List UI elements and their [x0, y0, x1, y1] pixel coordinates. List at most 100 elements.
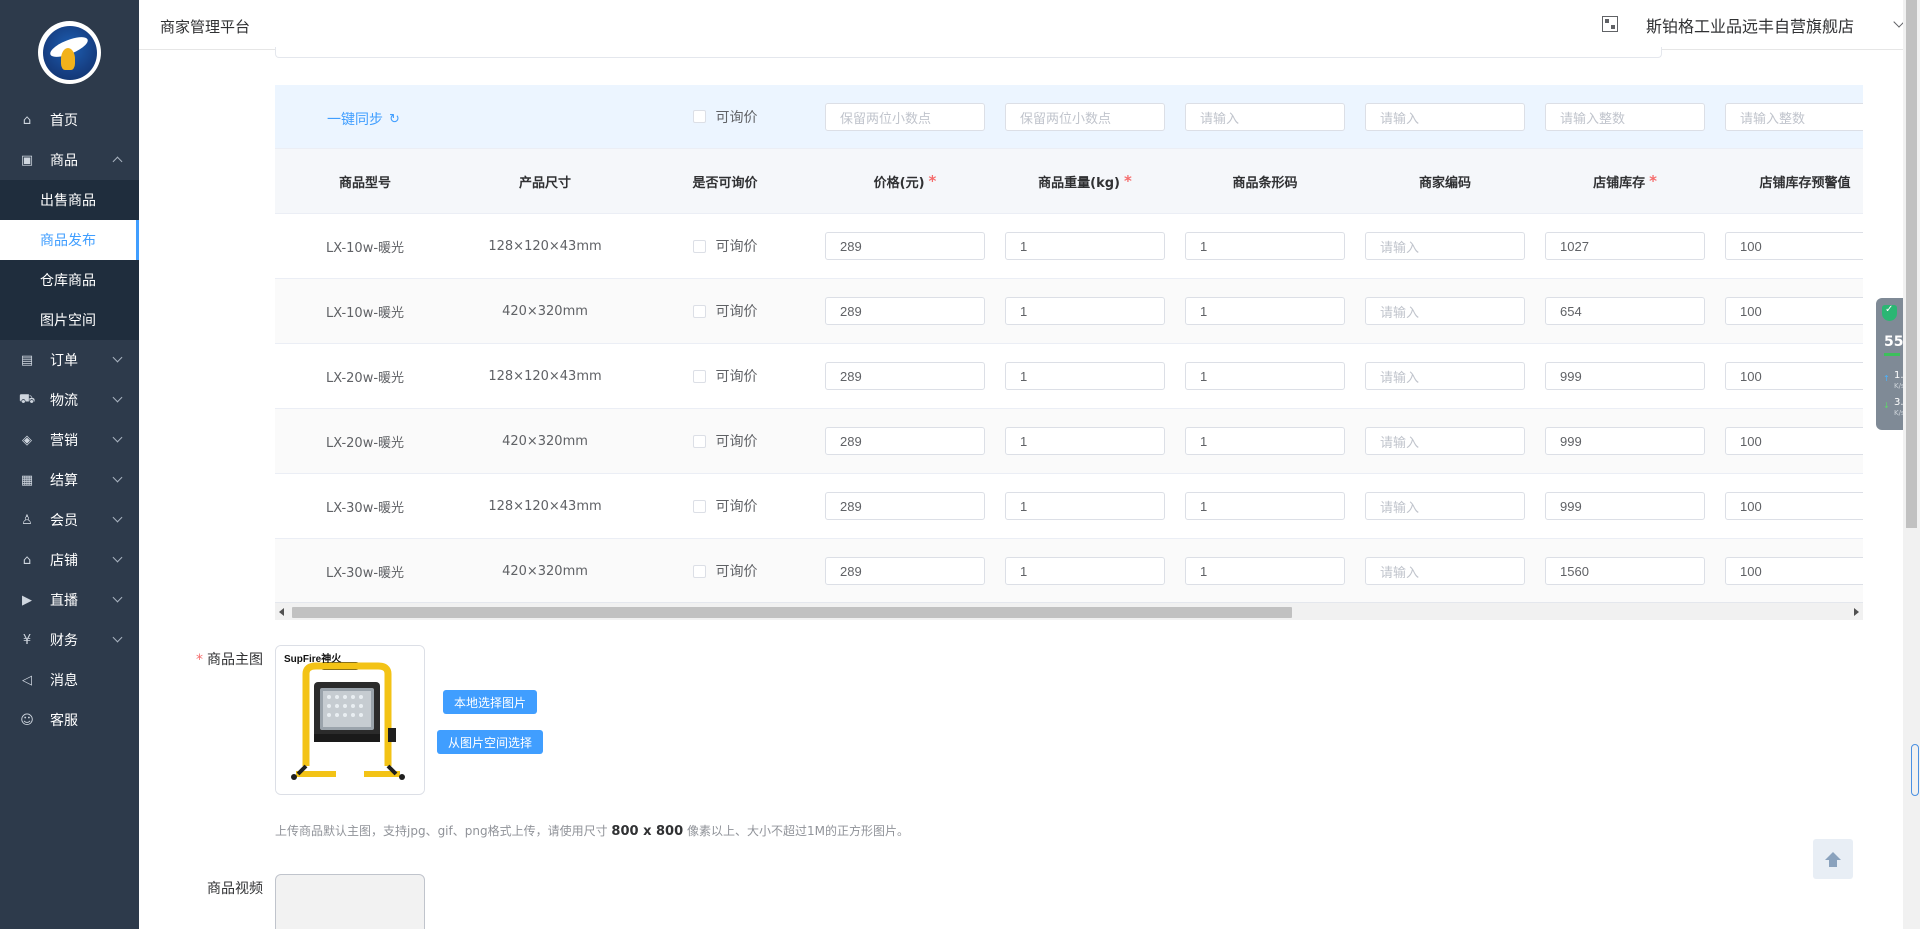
scrollbar-thumb[interactable] [292, 607, 1292, 618]
chevron-down-icon [112, 432, 123, 443]
checkbox[interactable] [692, 434, 706, 448]
sidebar-item-goods[interactable]: ▣ 商品 [0, 140, 139, 180]
sync-price-input[interactable]: 保留两位小数点 [825, 103, 985, 131]
scroll-right-icon[interactable] [1854, 608, 1859, 616]
sync-button[interactable]: 一键同步 ↻ [327, 109, 400, 129]
checkbox-label: 可询价 [715, 369, 758, 385]
sidebar-item-order[interactable]: ▤ 订单 [0, 340, 139, 380]
barcode-input[interactable]: 1 [1185, 297, 1345, 325]
stock-input[interactable]: 999 [1545, 427, 1705, 455]
sidebar-item-logistics[interactable]: ⛟ 物流 [0, 380, 139, 420]
horizontal-scrollbar[interactable] [275, 602, 1863, 620]
checkbox[interactable] [692, 564, 706, 578]
sidebar-item-label: 商品 [50, 153, 78, 169]
barcode-input[interactable]: 1 [1185, 557, 1345, 585]
price-input[interactable]: 289 [825, 427, 985, 455]
stock-warning-input[interactable]: 100 [1725, 492, 1863, 520]
sidebar-item-service[interactable]: ☺ 客服 [0, 700, 139, 740]
weight-input[interactable]: 1 [1005, 492, 1165, 520]
stock-input[interactable]: 654 [1545, 297, 1705, 325]
stock-input[interactable]: 1027 [1545, 232, 1705, 260]
sidebar-item-live[interactable]: ▶ 直播 [0, 580, 139, 620]
checkbox[interactable] [692, 110, 706, 123]
stock-warning-input[interactable]: 100 [1725, 232, 1863, 260]
floodlight-product-image [276, 646, 424, 794]
weight-input[interactable]: 1 [1005, 557, 1165, 585]
weight-input[interactable]: 1 [1005, 362, 1165, 390]
sidebar: ⌂ 首页 ▣ 商品 出售商品 商品发布 仓库商品 图片空间 ▤ 订单 ⛟ 物流 … [0, 0, 139, 929]
checkbox[interactable] [692, 304, 706, 318]
merchant-code-input[interactable]: 请输入 [1365, 557, 1525, 585]
merchant-code-input[interactable]: 请输入 [1365, 232, 1525, 260]
stock-warning-input[interactable]: 100 [1725, 427, 1863, 455]
batch-sync-row: 一键同步 ↻ 可询价 保留两位小数点 保留两位小数点 请输入 请输入 请输入整数… [275, 85, 1863, 149]
network-monitor-widget[interactable]: 55% ↑ 1.4 K/s ↓ 3.6 K/s [1876, 298, 1912, 430]
brand-watermark: SupFire神火 [284, 654, 342, 665]
hint-prefix: 上传商品默认主图，支持jpg、gif、png格式上传，请使用尺寸 [275, 824, 608, 838]
sync-weight-input[interactable]: 保留两位小数点 [1005, 103, 1165, 131]
chevron-down-icon [112, 592, 123, 603]
barcode-input[interactable]: 1 [1185, 492, 1345, 520]
sidebar-sub-warehouse[interactable]: 仓库商品 [0, 260, 139, 300]
checkbox[interactable] [692, 369, 706, 383]
cell-size: 128×120×43mm [488, 498, 602, 514]
main-image-preview[interactable]: SupFire神火 [275, 645, 425, 795]
sync-code-input[interactable]: 请输入 [1365, 103, 1525, 131]
sidebar-item-member[interactable]: ♙ 会员 [0, 500, 139, 540]
image-space-button[interactable]: 从图片空间选择 [437, 730, 543, 754]
weight-input[interactable]: 1 [1005, 427, 1165, 455]
merchant-code-input[interactable]: 请输入 [1365, 427, 1525, 455]
price-input[interactable]: 289 [825, 492, 985, 520]
stock-input[interactable]: 999 [1545, 362, 1705, 390]
price-input[interactable]: 289 [825, 557, 985, 585]
hint-suffix: 像素以上、大小不超过1M的正方形图片。 [686, 824, 909, 838]
sidebar-item-message[interactable]: ◁ 消息 [0, 660, 139, 700]
stock-input[interactable]: 999 [1545, 492, 1705, 520]
stock-warning-input[interactable]: 100 [1725, 297, 1863, 325]
back-to-top-button[interactable] [1813, 839, 1853, 879]
shop-name[interactable]: 斯铂格工业品远丰自营旗舰店 [1646, 13, 1854, 37]
scrollbar-thumb[interactable] [1906, 0, 1917, 528]
col-weight: 商品重量(kg) * [995, 149, 1175, 213]
video-upload-box[interactable] [275, 874, 425, 929]
sync-warning-input[interactable]: 请输入整数 [1725, 103, 1863, 131]
store-icon: ⌂ [22, 552, 32, 568]
sidebar-item-label: 店铺 [50, 553, 78, 569]
logistics-icon: ⛟ [18, 391, 36, 407]
scroll-left-icon[interactable] [279, 608, 284, 616]
merchant-code-input[interactable]: 请输入 [1365, 362, 1525, 390]
qrcode-icon[interactable] [1602, 16, 1618, 32]
brand-logo[interactable] [38, 21, 101, 84]
sidebar-sub-publish[interactable]: 商品发布 [0, 220, 139, 260]
merchant-code-input[interactable]: 请输入 [1365, 492, 1525, 520]
price-input[interactable]: 289 [825, 297, 985, 325]
sidebar-item-home[interactable]: ⌂ 首页 [0, 100, 139, 140]
stock-warning-input[interactable]: 100 [1725, 557, 1863, 585]
merchant-code-input[interactable]: 请输入 [1365, 297, 1525, 325]
local-upload-button[interactable]: 本地选择图片 [443, 690, 537, 714]
sidebar-sub-image-space[interactable]: 图片空间 [0, 300, 139, 340]
weight-input[interactable]: 1 [1005, 297, 1165, 325]
vertical-scrollbar[interactable] [1903, 0, 1920, 929]
sidebar-item-store[interactable]: ⌂ 店铺 [0, 540, 139, 580]
checkbox[interactable] [692, 499, 706, 513]
barcode-input[interactable]: 1 [1185, 232, 1345, 260]
barcode-input[interactable]: 1 [1185, 362, 1345, 390]
stock-warning-input[interactable]: 100 [1725, 362, 1863, 390]
sidebar-sub-selling[interactable]: 出售商品 [0, 180, 139, 220]
col-price: 价格(元) * [815, 149, 995, 213]
price-input[interactable]: 289 [825, 362, 985, 390]
checkbox[interactable] [692, 239, 706, 253]
sidebar-item-finance[interactable]: ¥ 财务 [0, 620, 139, 660]
barcode-input[interactable]: 1 [1185, 427, 1345, 455]
sidebar-item-marketing[interactable]: ◈ 营销 [0, 420, 139, 460]
weight-input[interactable]: 1 [1005, 232, 1165, 260]
sidebar-item-settlement[interactable]: ▦ 结算 [0, 460, 139, 500]
marketing-icon: ◈ [22, 432, 32, 448]
sync-inquiry-cell: 可询价 [635, 85, 815, 148]
sync-barcode-input[interactable]: 请输入 [1185, 103, 1345, 131]
price-input[interactable]: 289 [825, 232, 985, 260]
stock-input[interactable]: 1560 [1545, 557, 1705, 585]
live-icon: ▶ [22, 592, 32, 608]
sync-stock-input[interactable]: 请输入整数 [1545, 103, 1705, 131]
